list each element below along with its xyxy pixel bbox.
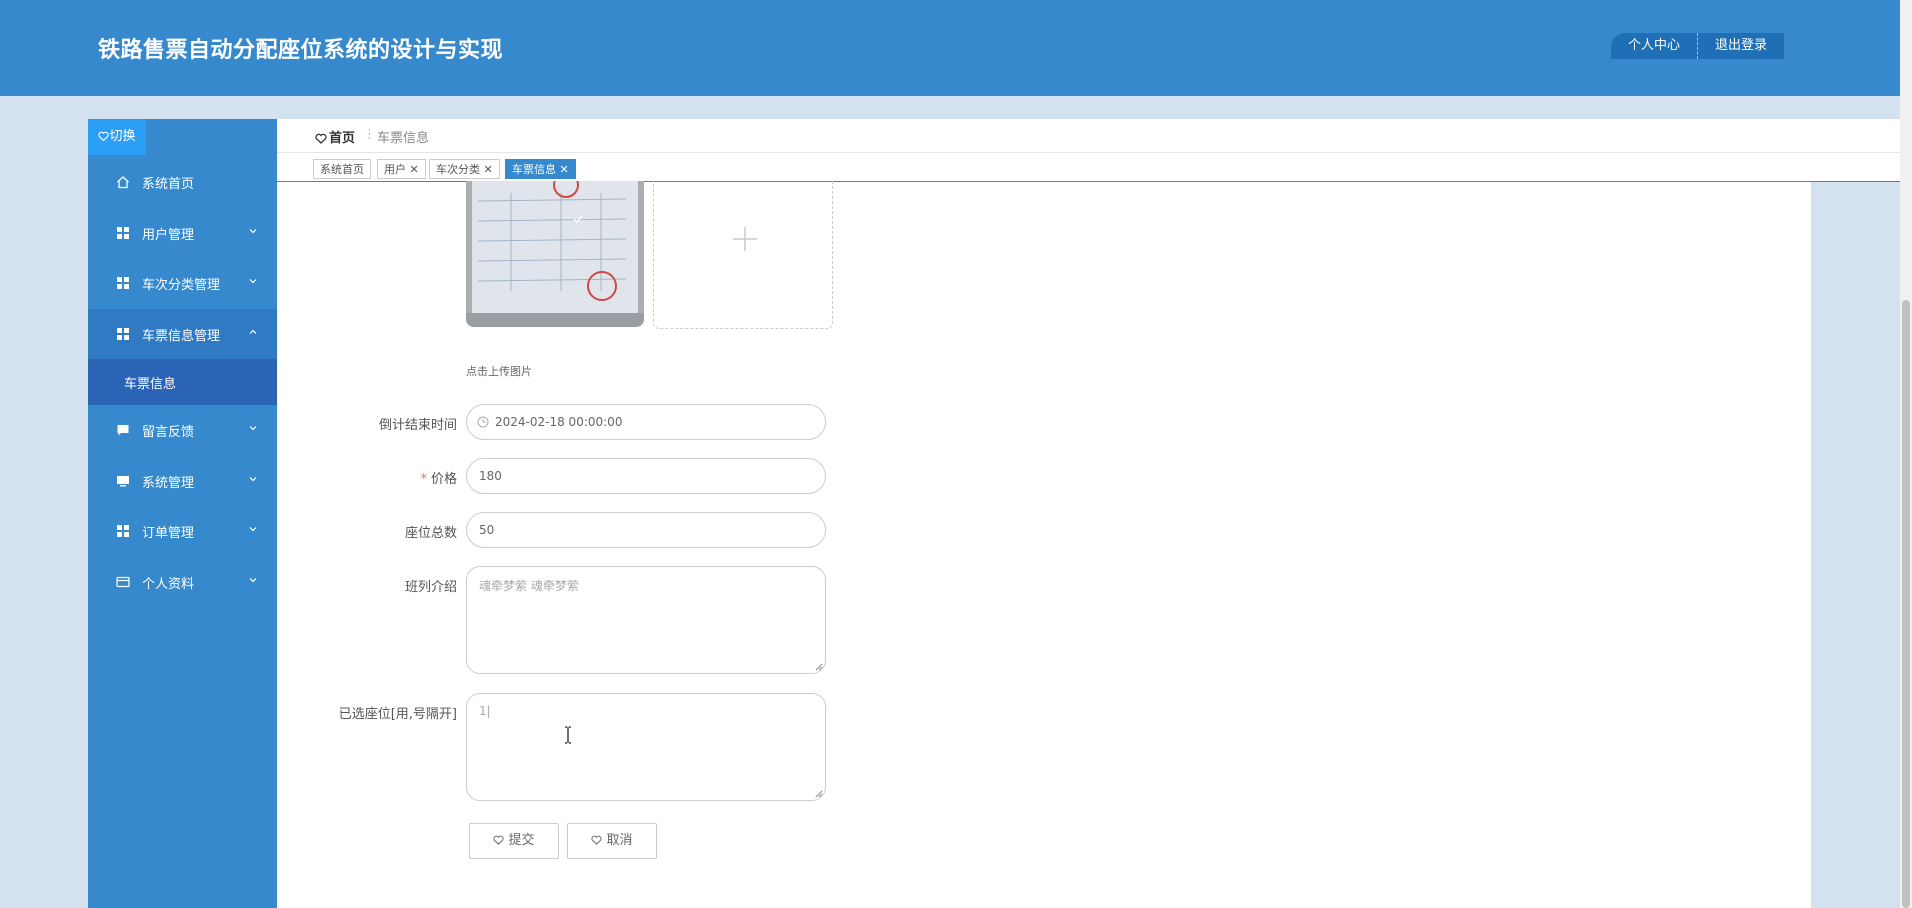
breadcrumb-separator: ⋮ [363, 127, 376, 142]
chevron-down-icon [249, 476, 257, 481]
sidebar-item-train-category[interactable]: 车次分类管理 [88, 258, 277, 309]
description-value: 魂牵梦萦 魂牵梦萦 [479, 579, 579, 593]
required-mark: * [420, 472, 427, 487]
tab-label: 车票信息 [512, 163, 556, 176]
sidebar: 切换 系统首页 用户管理 车次分类管理 车票信息管理 车票信息 留言反馈 系统管… [88, 119, 277, 908]
description-label: 班列介绍 [404, 580, 457, 595]
sidebar-item-profile[interactable]: 个人资料 [88, 557, 277, 608]
grid-icon [117, 327, 129, 340]
breadcrumb-current: 车票信息 [377, 131, 430, 146]
description-textarea[interactable]: 魂牵梦萦 魂牵梦萦 [466, 566, 826, 674]
chat-icon [117, 425, 129, 436]
toggle-label: 切换 [109, 129, 136, 144]
breadcrumb: 首页 ⋮ 车票信息 [277, 119, 1900, 153]
sidebar-item-label: 订单管理 [142, 526, 195, 541]
personal-center-link[interactable]: 个人中心 [1611, 33, 1697, 59]
uploaded-image-thumbnail[interactable] [466, 181, 644, 327]
cancel-label: 取消 [606, 833, 633, 848]
end-time-value: 2024-02-18 00:00:00 [495, 415, 623, 429]
home-icon [117, 176, 129, 189]
sidebar-item-feedback[interactable]: 留言反馈 [88, 405, 277, 456]
sidebar-item-label: 车票信息管理 [142, 328, 221, 344]
selected-seats-value: 1| [479, 704, 491, 718]
tab-ticket-info[interactable]: 车票信息 ✕ [505, 159, 576, 179]
grid-icon [117, 277, 129, 289]
chevron-down-icon [249, 279, 257, 284]
close-icon[interactable]: ✕ [484, 163, 493, 176]
selected-seats-textarea[interactable]: 1| [466, 693, 826, 801]
tab-label: 系统首页 [320, 163, 364, 176]
tab-users[interactable]: 用户 ✕ [377, 159, 426, 179]
scrollbar-thumb[interactable] [1902, 300, 1910, 908]
sidebar-item-home[interactable]: 系统首页 [88, 157, 277, 208]
tab-train-category[interactable]: 车次分类 ✕ [429, 159, 500, 179]
breadcrumb-home-label: 首页 [329, 131, 356, 146]
tab-label: 用户 [384, 163, 406, 176]
price-label: * 价格 [277, 468, 457, 487]
app-title: 铁路售票自动分配座位系统的设计与实现 [98, 38, 504, 63]
logout-link[interactable]: 退出登录 [1698, 33, 1784, 59]
end-time-label: 倒计结束时间 [378, 418, 457, 433]
sidebar-item-label: 个人资料 [142, 576, 195, 592]
clock-icon [477, 416, 489, 428]
top-nav: 个人中心 退出登录 [1611, 33, 1785, 59]
close-icon[interactable]: ✕ [560, 163, 569, 176]
cancel-button[interactable]: 取消 [567, 823, 657, 859]
heart-icon [98, 131, 110, 142]
resize-handle-icon[interactable] [815, 790, 823, 798]
chevron-up-icon [249, 329, 257, 334]
price-input[interactable]: 180 [466, 458, 826, 494]
close-icon[interactable]: ✕ [410, 163, 419, 176]
heart-icon [591, 835, 603, 845]
tab-home[interactable]: 系统首页 [313, 159, 371, 179]
card-icon [116, 576, 130, 587]
grid-icon [117, 525, 129, 537]
heart-icon [315, 133, 327, 144]
monitor-icon [117, 475, 129, 486]
sidebar-item-label: 系统管理 [142, 475, 195, 491]
price-label-text: 价格 [430, 472, 457, 487]
text-cursor-icon [565, 726, 571, 744]
sidebar-toggle-button[interactable]: 切换 [88, 119, 146, 155]
submit-label: 提交 [508, 833, 535, 848]
submit-button[interactable]: 提交 [469, 823, 559, 859]
end-time-input[interactable]: 2024-02-18 00:00:00 [466, 404, 826, 440]
sidebar-item-label: 车次分类管理 [142, 278, 221, 293]
plus-icon [733, 227, 757, 251]
tab-label: 车次分类 [436, 163, 480, 176]
sidebar-item-label: 用户管理 [142, 227, 195, 243]
grid-icon [117, 226, 129, 239]
resize-handle-icon[interactable] [815, 663, 823, 671]
heart-icon [493, 835, 505, 845]
sidebar-item-label: 留言反馈 [142, 425, 195, 440]
chevron-down-icon [249, 527, 257, 532]
sidebar-item-users[interactable]: 用户管理 [88, 208, 277, 259]
submenu-item-label: 车票信息 [124, 377, 177, 392]
tabs-bar: 系统首页 用户 ✕ 车次分类 ✕ 车票信息 ✕ [277, 153, 1900, 182]
top-header: 铁路售票自动分配座位系统的设计与实现 个人中心 退出登录 [0, 0, 1900, 96]
sidebar-item-label: 系统首页 [142, 177, 195, 192]
price-value: 180 [479, 469, 502, 483]
chevron-down-icon [249, 228, 257, 233]
upload-hint: 点击上传图片 [466, 365, 532, 378]
chevron-down-icon [249, 577, 257, 582]
sidebar-item-system[interactable]: 系统管理 [88, 456, 277, 507]
total-seats-value: 50 [479, 523, 495, 537]
total-seats-label: 座位总数 [404, 526, 457, 541]
ticket-photo [466, 181, 644, 327]
image-upload-area[interactable] [653, 181, 833, 329]
submenu-item-ticket-info[interactable]: 车票信息 [88, 359, 277, 405]
selected-seats-label: 已选座位[用,号隔开] [338, 707, 457, 722]
total-seats-input[interactable]: 50 [466, 512, 826, 548]
page-scrollbar[interactable] [1900, 0, 1912, 908]
sidebar-item-ticket-info[interactable]: 车票信息管理 [88, 308, 277, 359]
sidebar-menu: 系统首页 用户管理 车次分类管理 车票信息管理 车票信息 留言反馈 系统管理 订… [88, 157, 277, 607]
chevron-down-icon [249, 426, 257, 431]
breadcrumb-home[interactable]: 首页 [315, 127, 355, 146]
sidebar-item-orders[interactable]: 订单管理 [88, 506, 277, 557]
main-content: 首页 ⋮ 车票信息 系统首页 用户 ✕ 车次分类 ✕ 车票信息 ✕ 点击上传图片… [277, 119, 1900, 908]
